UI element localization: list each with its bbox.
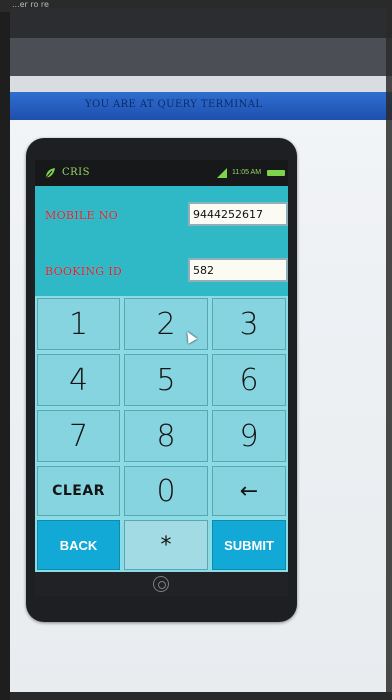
mobile-label: MOBILE NO <box>45 209 118 222</box>
screen-bezel-bottom <box>10 692 392 700</box>
phone-device: CRIS 11:05 AM MOBILE NO 9444252617 BOOKI… <box>26 138 297 622</box>
app-screen: MOBILE NO 9444252617 BOOKING ID 582 1 2 … <box>35 186 288 572</box>
booking-label: BOOKING ID <box>45 265 122 278</box>
app-name: CRIS <box>62 167 90 178</box>
key-2[interactable]: 2 <box>124 298 208 350</box>
signal-icon <box>216 167 228 182</box>
key-5[interactable]: 5 <box>124 354 208 406</box>
key-1[interactable]: 1 <box>37 298 120 350</box>
window-titlebar <box>10 8 392 38</box>
key-0[interactable]: 0 <box>124 466 208 516</box>
status-time: 11:05 AM <box>232 169 262 176</box>
key-8[interactable]: 8 <box>124 410 208 462</box>
backspace-button[interactable]: ← <box>212 466 286 516</box>
terminal-banner-text: YOU ARE AT QUERY TERMINAL <box>85 99 263 110</box>
key-4[interactable]: 4 <box>37 354 120 406</box>
battery-icon <box>267 170 285 176</box>
mobile-input[interactable]: 9444252617 <box>188 202 288 226</box>
clear-button[interactable]: CLEAR <box>37 466 120 516</box>
window-toolbar <box>10 38 392 76</box>
screen-bezel-right <box>386 8 392 700</box>
key-3[interactable]: 3 <box>212 298 286 350</box>
home-button-icon[interactable] <box>153 576 169 592</box>
status-bar: CRIS 11:05 AM <box>35 160 288 186</box>
home-bar <box>35 572 288 596</box>
submit-button[interactable]: SUBMIT <box>212 520 286 570</box>
key-6[interactable]: 6 <box>212 354 286 406</box>
booking-input[interactable]: 582 <box>188 258 288 282</box>
key-7[interactable]: 7 <box>37 410 120 462</box>
mobile-row: MOBILE NO 9444252617 <box>35 200 288 230</box>
terminal-banner: YOU ARE AT QUERY TERMINAL <box>10 92 392 120</box>
window-divider <box>10 76 392 92</box>
back-button[interactable]: BACK <box>37 520 120 570</box>
leaf-icon <box>44 167 56 182</box>
keypad: 1 2 3 4 5 6 7 8 9 CLEAR 0 ← BACK * SUBMI… <box>35 296 288 572</box>
star-button[interactable]: * <box>124 520 208 570</box>
key-9[interactable]: 9 <box>212 410 286 462</box>
booking-row: BOOKING ID 582 <box>35 256 288 286</box>
